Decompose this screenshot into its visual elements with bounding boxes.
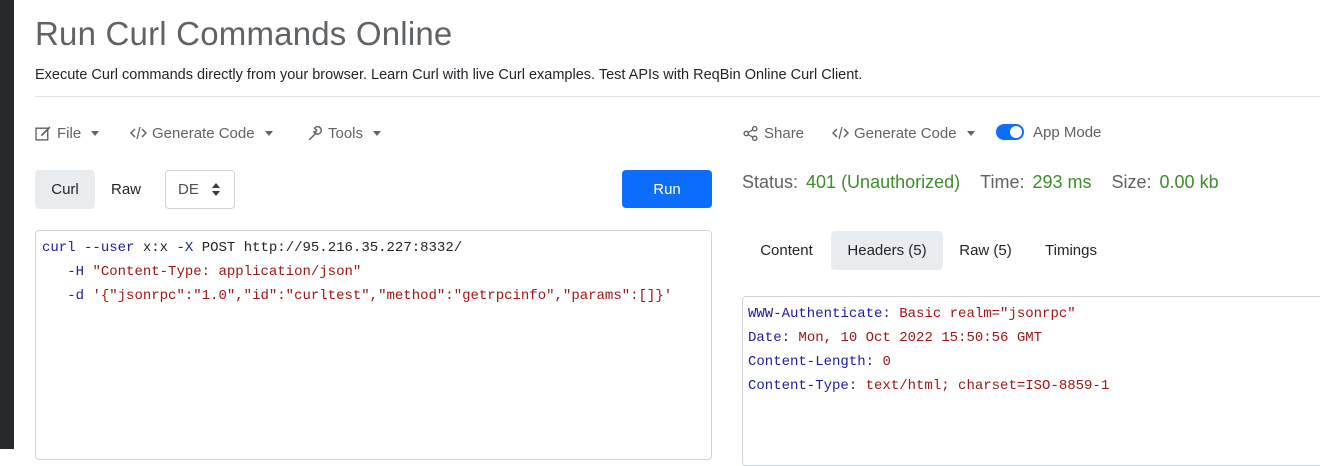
code-line-2: -H "Content-Type: application/json" [67,264,362,280]
size-value: 0.00 kb [1159,172,1219,192]
code-line-3: -d '{"jsonrpc":"1.0","id":"curltest","me… [67,288,673,304]
tab-curl[interactable]: Curl [35,170,95,209]
toggle-knob [1010,126,1022,138]
edit-icon [35,126,51,141]
share-label: Share [764,124,805,142]
response-status-row: Status: 401 (Unauthorized) Time: 293 ms … [742,172,1239,193]
header-divider [35,96,1320,97]
header-line: Content-Length: 0 [748,354,891,370]
size-label: Size: [1111,172,1152,192]
response-headers-panel: WWW-Authenticate: Basic realm="jsonrpc" … [742,296,1320,466]
share-icon [743,125,758,141]
tools-menu[interactable]: Tools [306,121,382,145]
curl-editor[interactable]: curl --user x:x -X POST http://95.216.35… [35,230,712,460]
file-menu-label: File [57,124,82,142]
tab-headers[interactable]: Headers (5) [831,231,943,270]
left-edge-bar [0,0,14,449]
header-line: Date: Mon, 10 Oct 2022 15:50:56 GMT [748,330,1043,346]
region-select[interactable]: DE [165,170,235,209]
file-menu[interactable]: File [35,121,100,145]
time-label: Time: [980,172,1025,192]
app-mode-label: App Mode [1033,124,1102,141]
generate-code-label: Generate Code [152,124,255,142]
tab-timings[interactable]: Timings [1028,231,1114,270]
status-value: 401 (Unauthorized) [806,172,961,192]
page-title: Run Curl Commands Online [35,15,453,52]
tools-label: Tools [328,124,364,142]
tab-raw[interactable]: Raw [100,170,152,209]
header-line: Content-Type: text/html; charset=ISO-885… [748,378,1110,394]
app-mode-toggle[interactable] [996,124,1024,140]
chevron-down-icon [966,130,975,136]
run-button[interactable]: Run [622,170,712,208]
chevron-down-icon [91,130,100,136]
code-icon [130,126,147,140]
generate-code-menu-right[interactable]: Generate Code [832,121,975,145]
region-select-value: DE [178,181,199,198]
header-line: WWW-Authenticate: Basic realm="jsonrpc" [748,306,1076,322]
status-label: Status: [742,172,799,192]
share-button[interactable]: Share [742,121,804,145]
code-line-1: curl --user x:x -X POST http://95.216.35… [42,240,463,256]
page-description: Execute Curl commands directly from your… [35,67,863,83]
code-icon [832,126,849,140]
tab-content[interactable]: Content [742,231,831,270]
tab-raw-response[interactable]: Raw (5) [943,231,1028,270]
generate-code-menu[interactable]: Generate Code [130,121,273,145]
chevron-down-icon [264,130,273,136]
wrench-icon [308,125,322,140]
chevron-down-icon [373,130,382,136]
time-value: 293 ms [1032,172,1092,192]
generate-code-label: Generate Code [854,124,957,142]
select-arrows-icon [212,183,220,196]
